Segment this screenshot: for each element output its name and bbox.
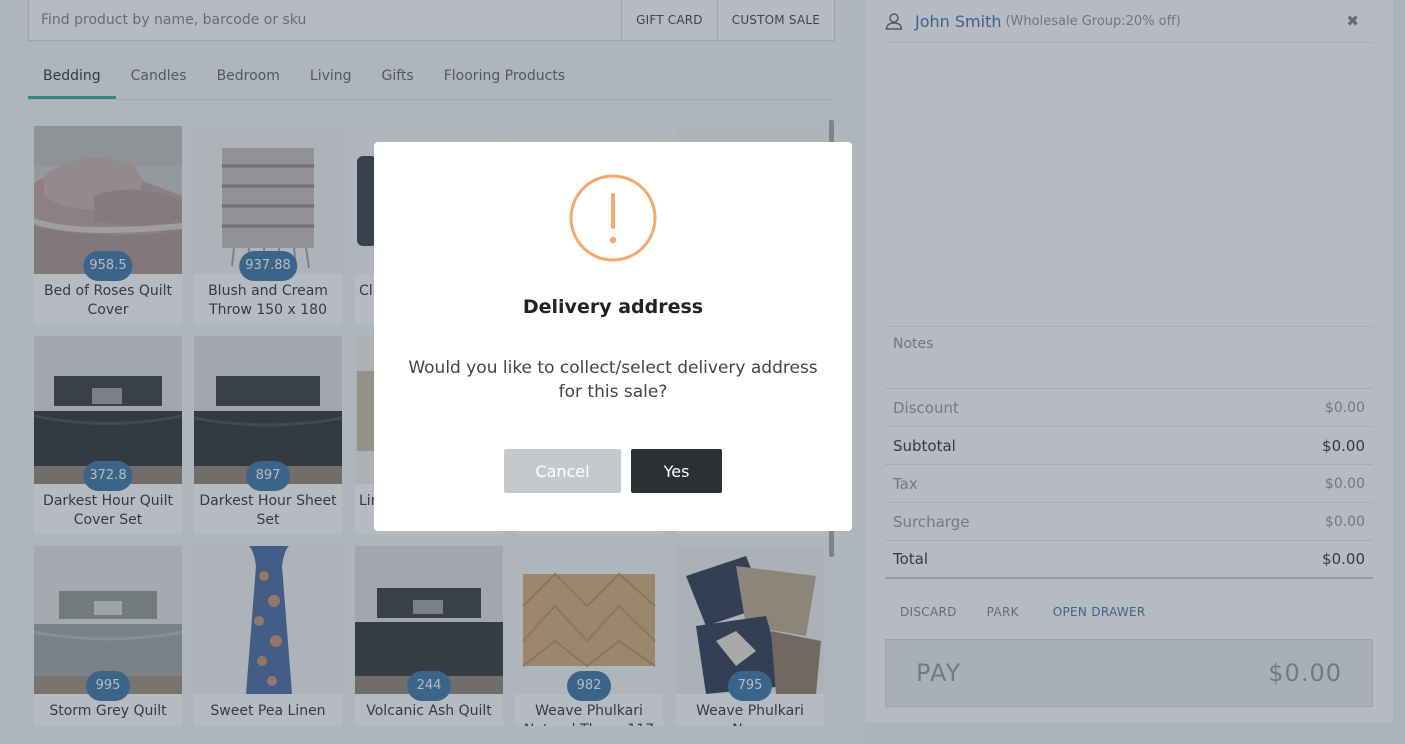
dialog-message: Would you like to collect/select deliver…: [408, 358, 818, 402]
warning-icon: [569, 174, 657, 262]
delivery-address-dialog: Delivery address Would you like to colle…: [374, 142, 852, 531]
yes-button[interactable]: Yes: [631, 449, 722, 493]
dialog-title: Delivery address: [522, 296, 704, 318]
cancel-button[interactable]: Cancel: [504, 449, 621, 493]
